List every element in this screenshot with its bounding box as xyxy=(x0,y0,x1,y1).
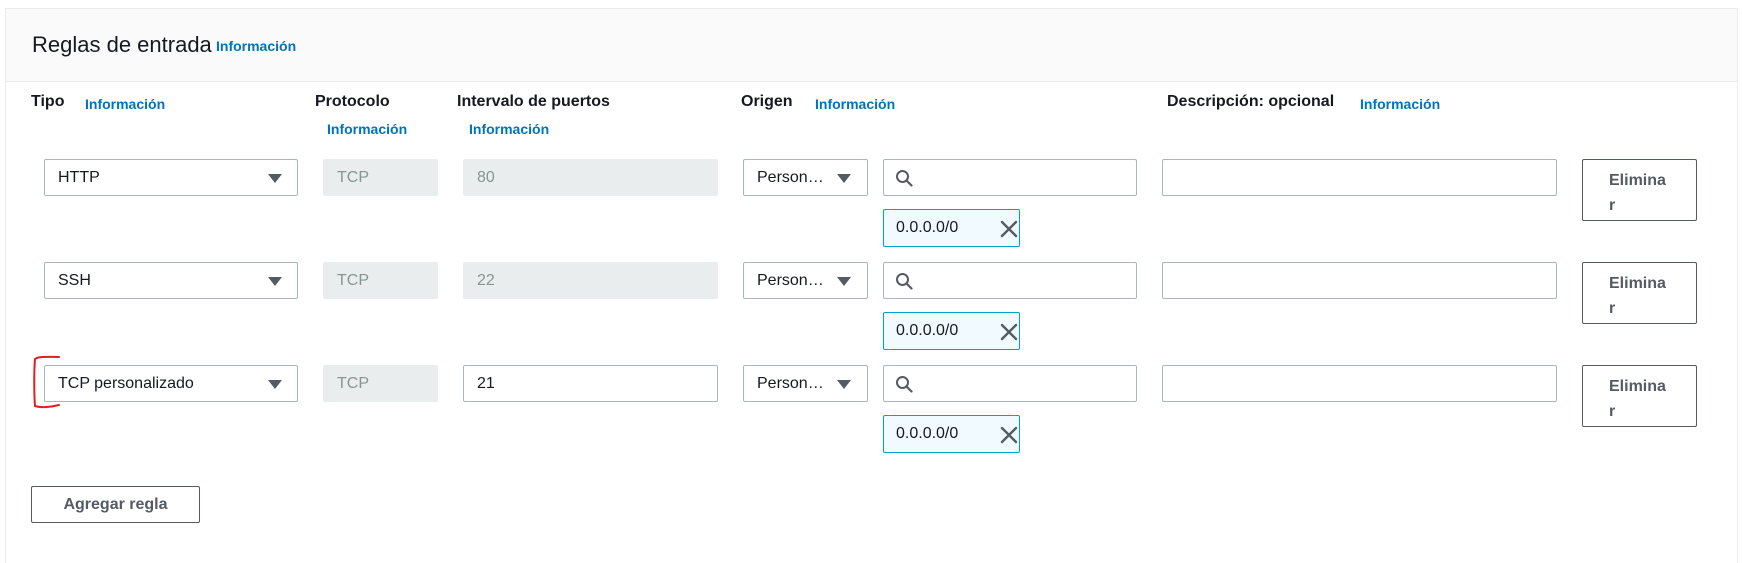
rule-type-select[interactable]: HTTP xyxy=(44,159,298,196)
rule-port-input: 22 xyxy=(463,262,718,299)
rule-source-search-input[interactable] xyxy=(883,262,1137,299)
rule-protocol-value: TCP xyxy=(337,169,369,186)
column-source-label: Origen xyxy=(741,93,793,110)
remove-token-icon[interactable] xyxy=(999,219,1019,239)
remove-token-icon[interactable] xyxy=(999,425,1019,445)
rule-source-search-input[interactable] xyxy=(883,365,1137,402)
section-title: Reglas de entrada xyxy=(32,32,212,57)
rule-port-input[interactable]: 21 xyxy=(463,365,718,402)
remove-token-icon[interactable] xyxy=(999,322,1019,342)
delete-rule-button[interactable]: Eliminar xyxy=(1582,159,1697,221)
column-type-label: Tipo xyxy=(31,93,65,110)
delete-rule-label: Eliminar xyxy=(1609,172,1666,214)
rule-source-type-select[interactable]: Person… xyxy=(743,365,868,402)
rule-type-value: HTTP xyxy=(58,169,100,186)
column-type-info-link[interactable]: Información xyxy=(85,96,165,112)
rule-cidr-token: 0.0.0.0/0 xyxy=(883,415,1020,453)
caret-down-icon xyxy=(268,380,282,389)
rule-port-input: 80 xyxy=(463,159,718,196)
rule-description-input[interactable] xyxy=(1162,262,1557,299)
column-source-info-link[interactable]: Información xyxy=(815,96,895,112)
search-icon xyxy=(896,273,913,290)
rule-description-input[interactable] xyxy=(1162,159,1557,196)
rule-type-select[interactable]: SSH xyxy=(44,262,298,299)
caret-down-icon xyxy=(268,277,282,286)
section-info-link[interactable]: Información xyxy=(216,38,296,54)
rule-source-type-value: Person… xyxy=(757,375,824,392)
delete-rule-button[interactable]: Eliminar xyxy=(1582,262,1697,324)
delete-rule-label: Eliminar xyxy=(1609,378,1666,420)
delete-rule-button[interactable]: Eliminar xyxy=(1582,365,1697,427)
rule-cidr-value: 0.0.0.0/0 xyxy=(896,322,959,339)
rule-cidr-value: 0.0.0.0/0 xyxy=(896,219,959,236)
rule-source-type-select[interactable]: Person… xyxy=(743,159,868,196)
search-icon xyxy=(896,376,913,393)
rule-protocol-value: TCP xyxy=(337,375,369,392)
panel-header: Reglas de entrada Información xyxy=(6,9,1737,82)
rule-source-search-input[interactable] xyxy=(883,159,1137,196)
delete-rule-label: Eliminar xyxy=(1609,275,1666,317)
rule-port-value: 80 xyxy=(477,169,495,186)
rule-protocol-value: TCP xyxy=(337,272,369,289)
column-port-range-info-link[interactable]: Información xyxy=(469,121,549,137)
add-rule-button[interactable]: Agregar regla xyxy=(31,486,200,523)
rule-port-value: 21 xyxy=(477,375,495,392)
column-port-range-label: Intervalo de puertos xyxy=(457,93,610,110)
rule-source-type-value: Person… xyxy=(757,272,824,289)
caret-down-icon xyxy=(268,174,282,183)
rule-cidr-token: 0.0.0.0/0 xyxy=(883,209,1020,247)
column-protocol-label: Protocolo xyxy=(315,93,390,110)
rule-source-type-value: Person… xyxy=(757,169,824,186)
rule-type-value: SSH xyxy=(58,272,91,289)
search-icon xyxy=(896,170,913,187)
rule-cidr-token: 0.0.0.0/0 xyxy=(883,312,1020,350)
column-description-label: Descripción: opcional xyxy=(1167,93,1335,110)
rule-port-value: 22 xyxy=(477,272,495,289)
caret-down-icon xyxy=(837,380,851,389)
column-protocol-info-link[interactable]: Información xyxy=(327,121,407,137)
rule-description-input[interactable] xyxy=(1162,365,1557,402)
rule-type-select[interactable]: TCP personalizado xyxy=(44,365,298,402)
rule-source-type-select[interactable]: Person… xyxy=(743,262,868,299)
rule-type-value: TCP personalizado xyxy=(58,375,194,392)
caret-down-icon xyxy=(837,277,851,286)
rule-protocol-field: TCP xyxy=(323,262,438,299)
rule-protocol-field: TCP xyxy=(323,365,438,402)
caret-down-icon xyxy=(837,174,851,183)
rule-cidr-value: 0.0.0.0/0 xyxy=(896,425,959,442)
column-description-info-link[interactable]: Información xyxy=(1360,96,1440,112)
rule-protocol-field: TCP xyxy=(323,159,438,196)
